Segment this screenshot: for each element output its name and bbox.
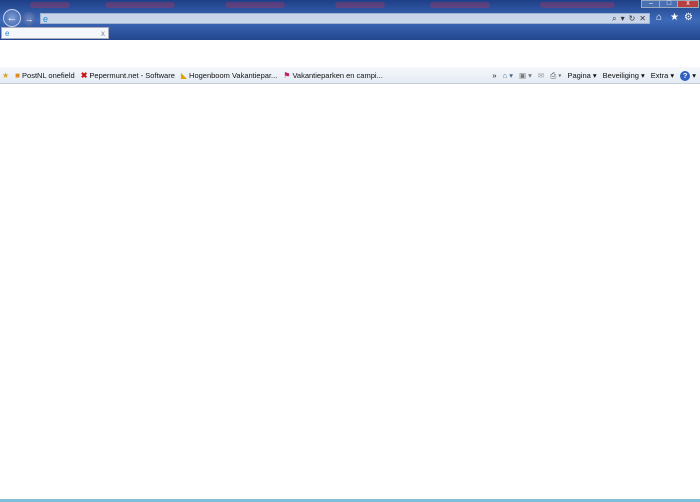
favorite-pepermunt[interactable]: ✖ Pepermunt.net - Software	[81, 71, 175, 80]
search-icon[interactable]: ⌕	[612, 14, 616, 24]
gear-icon[interactable]: ⚙	[684, 12, 693, 23]
tools-menu[interactable]: Extra ▾	[651, 71, 674, 80]
taskbar-blur	[105, 2, 175, 8]
hogenboom-icon: ◣	[180, 70, 188, 80]
red-x-icon: ✖	[80, 70, 88, 80]
favorite-hogenboom[interactable]: ◣ Hogenboom Vakantiepar...	[181, 71, 277, 80]
page-menu[interactable]: Pagina ▾	[567, 71, 596, 80]
favorite-vakantieparken[interactable]: ⚑ Vakantieparken en campi...	[283, 71, 383, 80]
stop-icon[interactable]: ✕	[639, 14, 646, 23]
taskbar-blur	[30, 2, 70, 8]
favorites-add-icon[interactable]: ★	[2, 71, 9, 80]
print-button[interactable]: ⎙ ▾	[550, 71, 561, 81]
minimize-button[interactable]: –	[641, 0, 661, 8]
home-icon[interactable]: ⌂	[656, 12, 662, 23]
favorites-command-bar: ★ ■ PostNL onefield ✖ Pepermunt.net - Soft…	[0, 67, 700, 84]
taskbar-blur	[335, 2, 385, 8]
taskbar-blur	[430, 2, 490, 8]
maximize-button[interactable]: □	[659, 0, 679, 8]
address-bar[interactable]: e ⌕ ▾ ↻ ✕	[40, 13, 650, 24]
favorite-label: Pepermunt.net - Software	[89, 70, 175, 80]
taskbar-blur	[540, 2, 615, 8]
browser-title-area: – □ x ← → e ⌕ ▾ ↻ ✕ ⌂ ★ ⚙ e x	[0, 0, 700, 40]
page-content	[0, 85, 700, 499]
favorites-star-icon[interactable]: ★	[670, 12, 679, 23]
postnl-icon: ■	[15, 70, 21, 80]
dropdown-icon[interactable]: ▾	[621, 14, 625, 23]
favorite-label: Vakantieparken en campi...	[292, 70, 383, 80]
help-button[interactable]: ? ▾	[680, 70, 696, 81]
favorite-postnl[interactable]: ■ PostNL onefield	[15, 71, 75, 80]
tab-close-icon[interactable]: x	[101, 29, 105, 38]
taskbar-blur	[225, 2, 285, 8]
forward-button[interactable]: →	[22, 12, 36, 26]
close-button[interactable]: x	[677, 0, 699, 8]
safety-menu[interactable]: Beveiliging ▾	[603, 71, 645, 80]
ie-tab-icon: e	[5, 28, 10, 38]
vakantieparken-icon: ⚑	[283, 70, 291, 80]
rss-feed-button[interactable]: ▣ ▾	[519, 71, 532, 80]
help-icon: ?	[680, 70, 691, 81]
back-button[interactable]: ←	[3, 9, 21, 27]
overflow-chevron-icon[interactable]: »	[492, 71, 496, 80]
home-page-button[interactable]: ⌂ ▾	[503, 71, 513, 80]
refresh-icon[interactable]: ↻	[629, 14, 636, 23]
browser-tab[interactable]: e x	[1, 27, 109, 39]
mail-icon[interactable]: ✉	[538, 71, 544, 80]
ie-page-icon: e	[43, 14, 49, 24]
favorite-label: PostNL onefield	[22, 70, 75, 80]
favorite-label: Hogenboom Vakantiepar...	[189, 70, 278, 80]
